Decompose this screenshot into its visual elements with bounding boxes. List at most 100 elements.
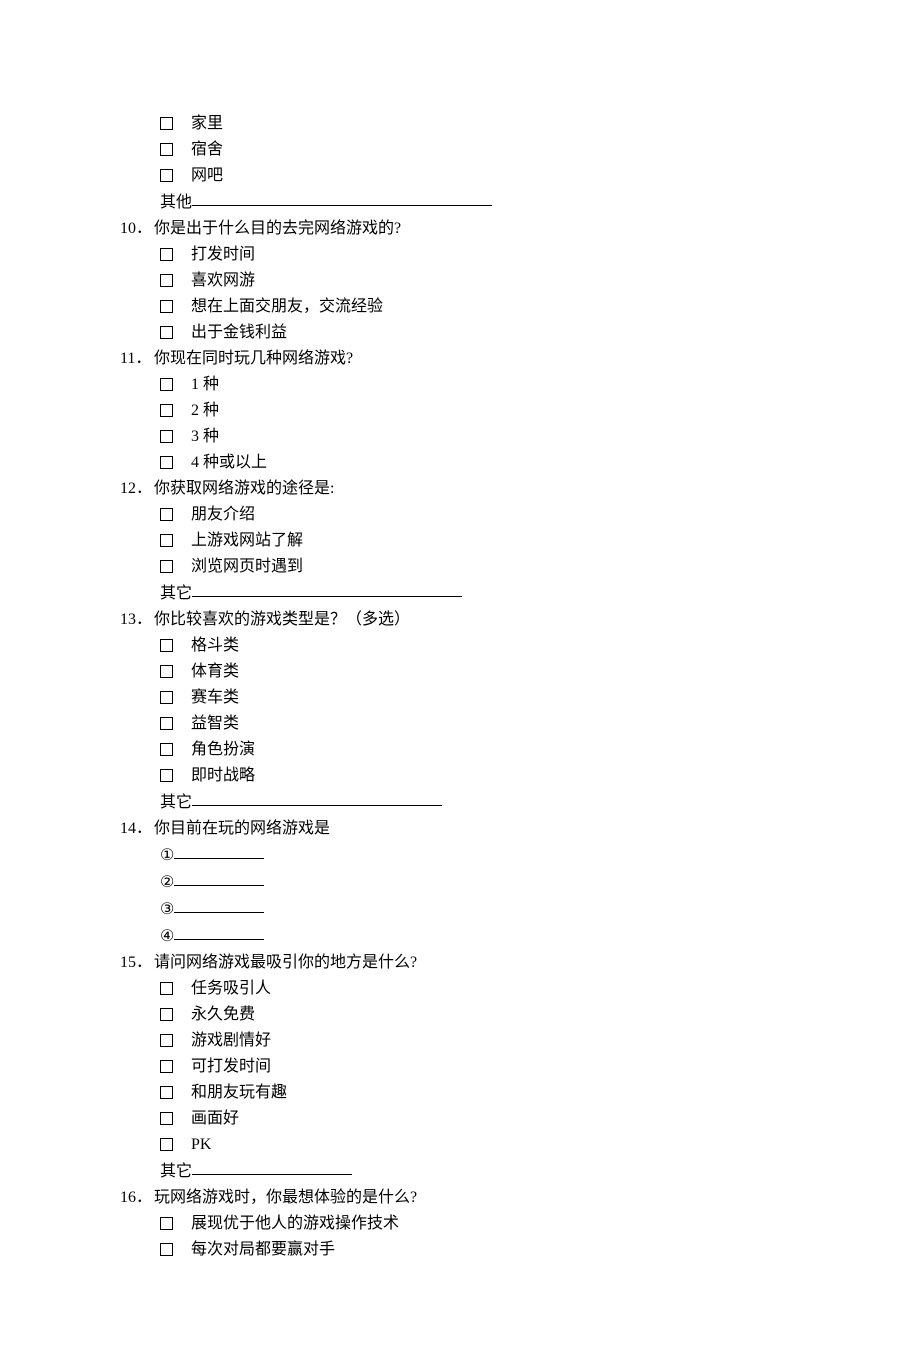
checkbox-icon[interactable] xyxy=(160,378,173,391)
fill-in-blank[interactable] xyxy=(174,896,264,913)
fill-in-blank[interactable] xyxy=(192,789,442,806)
checkbox-icon[interactable] xyxy=(160,1086,173,1099)
option-item: 即时战略 xyxy=(160,764,800,788)
option-label: 体育类 xyxy=(191,660,239,684)
option-label: 浏览网页时遇到 xyxy=(191,555,303,579)
checkbox-icon[interactable] xyxy=(160,691,173,704)
question-text: 你比较喜欢的游戏类型是？（多选） xyxy=(154,608,410,632)
option-item: 永久免费 xyxy=(160,1003,800,1027)
other-label: 其它 xyxy=(160,585,192,602)
option-item: 网吧 xyxy=(160,164,800,188)
question-number: 10． xyxy=(120,217,154,241)
question-text: 玩网络游戏时，你最想体验的是什么? xyxy=(154,1186,417,1210)
checkbox-icon[interactable] xyxy=(160,743,173,756)
option-item: 3 种 xyxy=(160,425,800,449)
option-label: PK xyxy=(191,1133,211,1157)
option-item: 2 种 xyxy=(160,399,800,423)
checkbox-icon[interactable] xyxy=(160,1008,173,1021)
question-number: 14． xyxy=(120,817,154,841)
pre-options-block: 家里 宿舍 网吧 其他 xyxy=(120,112,800,215)
checkbox-icon[interactable] xyxy=(160,560,173,573)
option-item: 4 种或以上 xyxy=(160,451,800,475)
fill-item: ② xyxy=(160,870,800,895)
checkbox-icon[interactable] xyxy=(160,1217,173,1230)
fill-in-blank[interactable] xyxy=(192,189,492,206)
option-item: 上游戏网站了解 xyxy=(160,529,800,553)
option-item: 展现优于他人的游戏操作技术 xyxy=(160,1212,800,1236)
other-row: 其他 xyxy=(160,190,800,215)
option-item: 体育类 xyxy=(160,660,800,684)
option-label: 格斗类 xyxy=(191,634,239,658)
fill-in-blank[interactable] xyxy=(174,869,264,886)
option-label: 任务吸引人 xyxy=(191,977,271,1001)
option-label: 3 种 xyxy=(191,425,219,449)
option-item: 格斗类 xyxy=(160,634,800,658)
fill-item: ④ xyxy=(160,924,800,949)
option-label: 画面好 xyxy=(191,1107,239,1131)
question-10: 10． 你是出于什么目的去完网络游戏的? xyxy=(120,217,800,241)
option-item: 出于金钱利益 xyxy=(160,321,800,345)
checkbox-icon[interactable] xyxy=(160,326,173,339)
checkbox-icon[interactable] xyxy=(160,508,173,521)
fill-in-blank[interactable] xyxy=(174,923,264,940)
fill-number: ④ xyxy=(160,928,174,945)
other-row: 其它 xyxy=(160,790,800,815)
fill-number: ① xyxy=(160,847,174,864)
checkbox-icon[interactable] xyxy=(160,274,173,287)
option-label: 家里 xyxy=(191,112,223,136)
option-label: 赛车类 xyxy=(191,686,239,710)
option-item: 浏览网页时遇到 xyxy=(160,555,800,579)
checkbox-icon[interactable] xyxy=(160,169,173,182)
other-row: 其它 xyxy=(160,1159,800,1184)
question-number: 16． xyxy=(120,1186,154,1210)
checkbox-icon[interactable] xyxy=(160,982,173,995)
option-label: 4 种或以上 xyxy=(191,451,267,475)
other-label: 其他 xyxy=(160,194,192,211)
checkbox-icon[interactable] xyxy=(160,1034,173,1047)
fill-number: ② xyxy=(160,874,174,891)
checkbox-icon[interactable] xyxy=(160,248,173,261)
checkbox-icon[interactable] xyxy=(160,143,173,156)
other-label: 其它 xyxy=(160,794,192,811)
checkbox-icon[interactable] xyxy=(160,769,173,782)
checkbox-icon[interactable] xyxy=(160,1060,173,1073)
option-label: 宿舍 xyxy=(191,138,223,162)
checkbox-icon[interactable] xyxy=(160,534,173,547)
option-label: 1 种 xyxy=(191,373,219,397)
option-label: 益智类 xyxy=(191,712,239,736)
checkbox-icon[interactable] xyxy=(160,1243,173,1256)
option-label: 2 种 xyxy=(191,399,219,423)
option-label: 出于金钱利益 xyxy=(191,321,287,345)
checkbox-icon[interactable] xyxy=(160,456,173,469)
fill-in-blank[interactable] xyxy=(192,1158,352,1175)
survey-page: 家里 宿舍 网吧 其他 10． 你是出于什么目的去完网络游戏的? 打发时间 喜欢… xyxy=(0,0,920,1364)
question-text: 你获取网络游戏的途径是: xyxy=(154,477,334,501)
checkbox-icon[interactable] xyxy=(160,639,173,652)
checkbox-icon[interactable] xyxy=(160,1138,173,1151)
checkbox-icon[interactable] xyxy=(160,665,173,678)
question-number: 11． xyxy=(120,347,154,371)
checkbox-icon[interactable] xyxy=(160,1112,173,1125)
option-label: 展现优于他人的游戏操作技术 xyxy=(191,1212,399,1236)
option-label: 和朋友玩有趣 xyxy=(191,1081,287,1105)
fill-number: ③ xyxy=(160,901,174,918)
checkbox-icon[interactable] xyxy=(160,717,173,730)
option-label: 角色扮演 xyxy=(191,738,255,762)
option-item: 和朋友玩有趣 xyxy=(160,1081,800,1105)
other-label: 其它 xyxy=(160,1163,192,1180)
question-number: 13． xyxy=(120,608,154,632)
question-11: 11． 你现在同时玩几种网络游戏? xyxy=(120,347,800,371)
question-number: 12． xyxy=(120,477,154,501)
question-number: 15． xyxy=(120,951,154,975)
checkbox-icon[interactable] xyxy=(160,300,173,313)
option-item: 任务吸引人 xyxy=(160,977,800,1001)
question-text: 你是出于什么目的去完网络游戏的? xyxy=(154,217,401,241)
checkbox-icon[interactable] xyxy=(160,404,173,417)
fill-in-blank[interactable] xyxy=(192,580,462,597)
option-label: 朋友介绍 xyxy=(191,503,255,527)
fill-in-blank[interactable] xyxy=(174,842,264,859)
checkbox-icon[interactable] xyxy=(160,430,173,443)
option-item: 赛车类 xyxy=(160,686,800,710)
question-15: 15． 请问网络游戏最吸引你的地方是什么? xyxy=(120,951,800,975)
checkbox-icon[interactable] xyxy=(160,117,173,130)
